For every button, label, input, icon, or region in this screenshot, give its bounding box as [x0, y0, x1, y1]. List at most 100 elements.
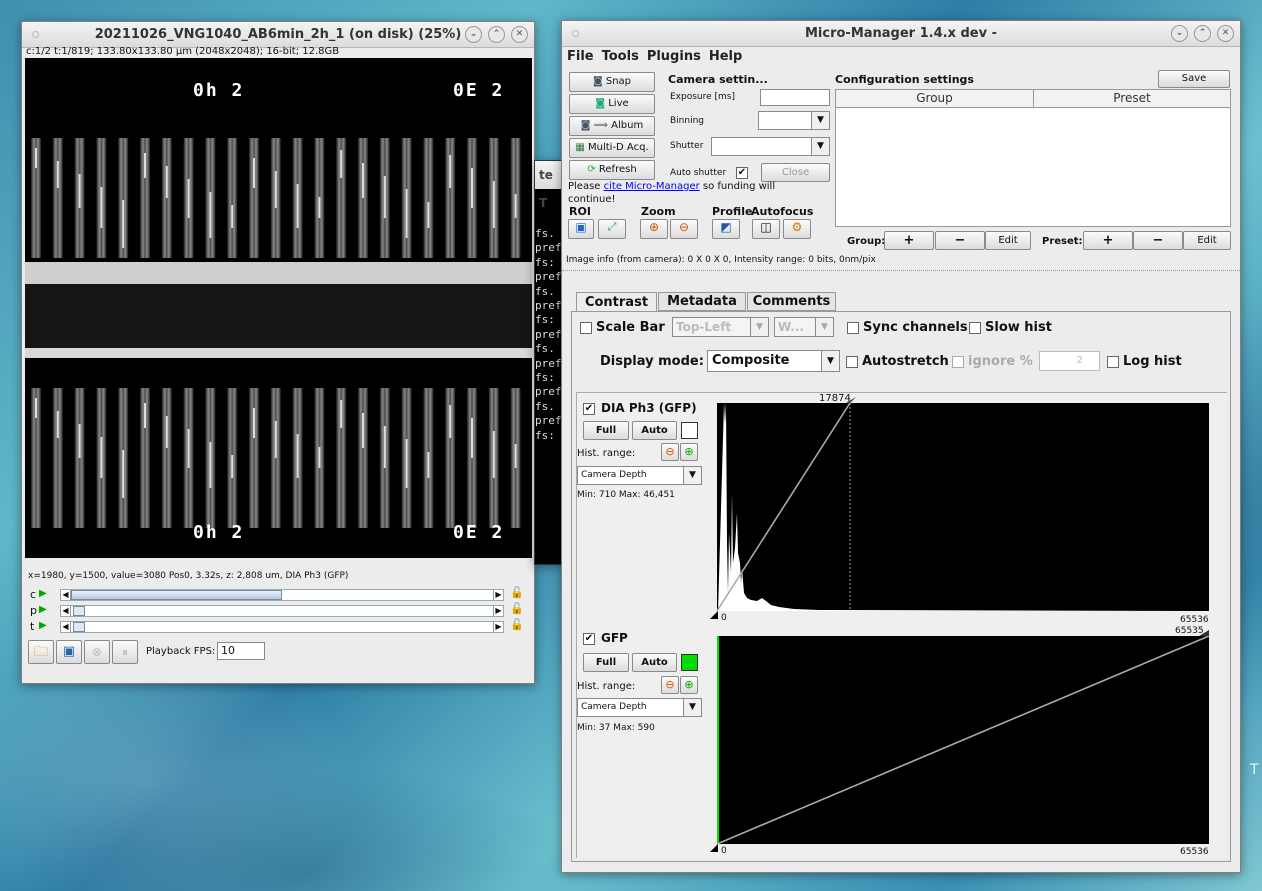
channel2-checkbox[interactable]: ✔ — [583, 633, 595, 645]
channel2-color-swatch[interactable] — [681, 654, 698, 671]
snap-button[interactable]: ◙ Snap — [569, 72, 655, 92]
slow-hist-label: Slow hist — [985, 320, 1052, 335]
mm-titlebar[interactable]: Micro-Manager 1.4.x dev - ⌄ ⌃ ✕ — [562, 21, 1240, 47]
menu-help[interactable]: Help — [709, 49, 742, 64]
config-table[interactable]: Group Preset — [835, 89, 1231, 227]
minimize-icon[interactable]: ⌄ — [465, 26, 482, 43]
ignore-spinner[interactable]: 2 — [1039, 351, 1100, 371]
config-save-button[interactable]: Save — [1158, 70, 1230, 88]
channel2-histogram[interactable] — [709, 626, 1209, 856]
roi-full-button[interactable]: ⤢ — [598, 219, 626, 239]
minimize-icon[interactable]: ⌄ — [1171, 25, 1188, 42]
ignore-checkbox[interactable] — [952, 356, 964, 368]
microscope-image[interactable]: 0h 2 0E 2 0h 2 0E 2 — [25, 58, 532, 558]
play-t-icon[interactable]: ▶ — [39, 620, 47, 631]
exposure-input[interactable] — [760, 89, 830, 106]
tab-contrast[interactable]: Contrast — [576, 292, 657, 312]
roi-set-button[interactable]: ▣ — [568, 219, 594, 239]
scale-bar-checkbox[interactable] — [580, 322, 592, 334]
channel1-depth-dropdown[interactable]: Camera Depth ▼ — [577, 466, 702, 485]
close-icon[interactable]: ✕ — [1217, 25, 1234, 42]
slider-p[interactable]: ◀ ▶ — [60, 605, 504, 617]
zoom-out-button[interactable]: ⊖ — [670, 219, 698, 239]
album-button[interactable]: ◙ ⟹ Album — [569, 116, 655, 136]
slow-hist-checkbox[interactable] — [969, 322, 981, 334]
tab-metadata[interactable]: Metadata — [658, 292, 746, 311]
image-window-titlebar[interactable]: 20211026_VNG1040_AB6min_2h_1 (on disk) (… — [22, 22, 534, 48]
menu-plugins[interactable]: Plugins — [647, 49, 701, 64]
image-window: 20211026_VNG1040_AB6min_2h_1 (on disk) (… — [21, 21, 535, 684]
preset-add-button[interactable]: + — [1083, 231, 1133, 250]
close-icon[interactable]: ✕ — [511, 26, 528, 43]
window-dot-icon — [32, 31, 39, 38]
live-button[interactable]: ◙ Live — [569, 94, 655, 114]
channel1-full-button[interactable]: Full — [583, 421, 629, 440]
log-hist-checkbox[interactable] — [1107, 356, 1119, 368]
channel1-zoom-out-icon[interactable]: ⊕ — [680, 443, 698, 461]
group-remove-button[interactable]: − — [935, 231, 985, 250]
col-group[interactable]: Group — [836, 90, 1034, 107]
zoom-in-button[interactable]: ⊕ — [640, 219, 668, 239]
scale-bar-width-dropdown[interactable]: W... ▼ — [774, 317, 834, 337]
cite-post: so funding will — [699, 181, 776, 192]
channel1-auto-button[interactable]: Auto — [632, 421, 677, 440]
slider-t[interactable]: ◀ ▶ — [60, 621, 504, 633]
console-titlebar[interactable]: te T — [535, 161, 563, 210]
lock-c-icon[interactable]: 🔓 — [510, 586, 524, 599]
play-c-icon[interactable]: ▶ — [39, 588, 47, 599]
binning-dropdown[interactable]: ▼ — [758, 111, 830, 130]
lock-t-icon[interactable]: 🔓 — [510, 618, 524, 631]
preset-remove-button[interactable]: − — [1133, 231, 1183, 250]
cite-pre: Please — [568, 181, 604, 192]
autostretch-checkbox[interactable] — [846, 356, 858, 368]
display-mode-value: Composite — [712, 353, 790, 368]
channel1-checkbox[interactable]: ✔ — [583, 403, 595, 415]
save-disk-button[interactable]: ▣ — [56, 640, 82, 664]
menu-file[interactable]: File — [567, 49, 594, 64]
slider-t-thumb[interactable] — [73, 622, 85, 632]
pause-button[interactable]: ⏸ — [112, 640, 138, 664]
autofocus-button[interactable]: ◫ — [752, 219, 780, 239]
group-add-button[interactable]: + — [884, 231, 934, 250]
group-edit-button[interactable]: Edit — [985, 231, 1031, 250]
slider-c-thumb[interactable] — [71, 590, 282, 600]
console-window[interactable]: te T fs. pref fs: pref fs. pref fs: pref fs. pref… — [534, 160, 564, 565]
slider-p-thumb[interactable] — [73, 606, 85, 616]
slider-c[interactable]: ◀ ▶ — [60, 589, 504, 601]
autofocus-settings-button[interactable]: ⚙ — [783, 219, 811, 239]
cite-link[interactable]: cite Micro-Manager — [604, 181, 700, 192]
maximize-icon[interactable]: ⌃ — [488, 26, 505, 43]
play-p-icon[interactable]: ▶ — [39, 604, 47, 615]
channel1-depth-value: Camera Depth — [581, 470, 647, 480]
multid-button[interactable]: ▦ Multi-D Acq. — [569, 138, 655, 158]
channel2-zoom-out-icon[interactable]: ⊕ — [680, 676, 698, 694]
stop-button[interactable]: ⊗ — [84, 640, 110, 664]
menu-tools[interactable]: Tools — [602, 49, 639, 64]
channel2-zoom-in-icon[interactable]: ⊖ — [661, 676, 679, 694]
sync-channels-checkbox[interactable] — [847, 322, 859, 334]
channel1-histogram[interactable] — [709, 393, 1209, 623]
display-mode-dropdown[interactable]: Composite ▼ — [707, 350, 840, 372]
close-shutter-button[interactable]: Close — [761, 163, 830, 182]
channel1-color-swatch[interactable] — [681, 422, 698, 439]
channel2-auto-button[interactable]: Auto — [632, 653, 677, 672]
channel1-zoom-in-icon[interactable]: ⊖ — [661, 443, 679, 461]
shutter-dropdown[interactable]: ▼ — [711, 137, 830, 156]
lock-p-icon[interactable]: 🔓 — [510, 602, 524, 615]
divider — [562, 270, 1240, 271]
refresh-button[interactable]: ⟳ Refresh — [569, 160, 655, 180]
channel1-name: DIA Ph3 (GFP) — [601, 401, 697, 415]
preset-edit-button[interactable]: Edit — [1183, 231, 1231, 250]
col-preset[interactable]: Preset — [1034, 90, 1230, 107]
image-info-camera: Image info (from camera): 0 X 0 X 0, Int… — [566, 255, 876, 265]
fps-input[interactable]: 10 — [217, 642, 265, 660]
tab-comments[interactable]: Comments — [747, 292, 836, 311]
channel2-full-button[interactable]: Full — [583, 653, 629, 672]
auto-shutter-checkbox[interactable]: ✔ — [736, 167, 748, 179]
console-line: fs: — [535, 428, 555, 442]
open-folder-button[interactable]: 🗀 — [28, 640, 54, 664]
channel2-depth-dropdown[interactable]: Camera Depth ▼ — [577, 698, 702, 717]
maximize-icon[interactable]: ⌃ — [1194, 25, 1211, 42]
scale-bar-position-dropdown[interactable]: Top-Left ▼ — [672, 317, 769, 337]
profile-button[interactable]: ◩ — [712, 219, 740, 239]
